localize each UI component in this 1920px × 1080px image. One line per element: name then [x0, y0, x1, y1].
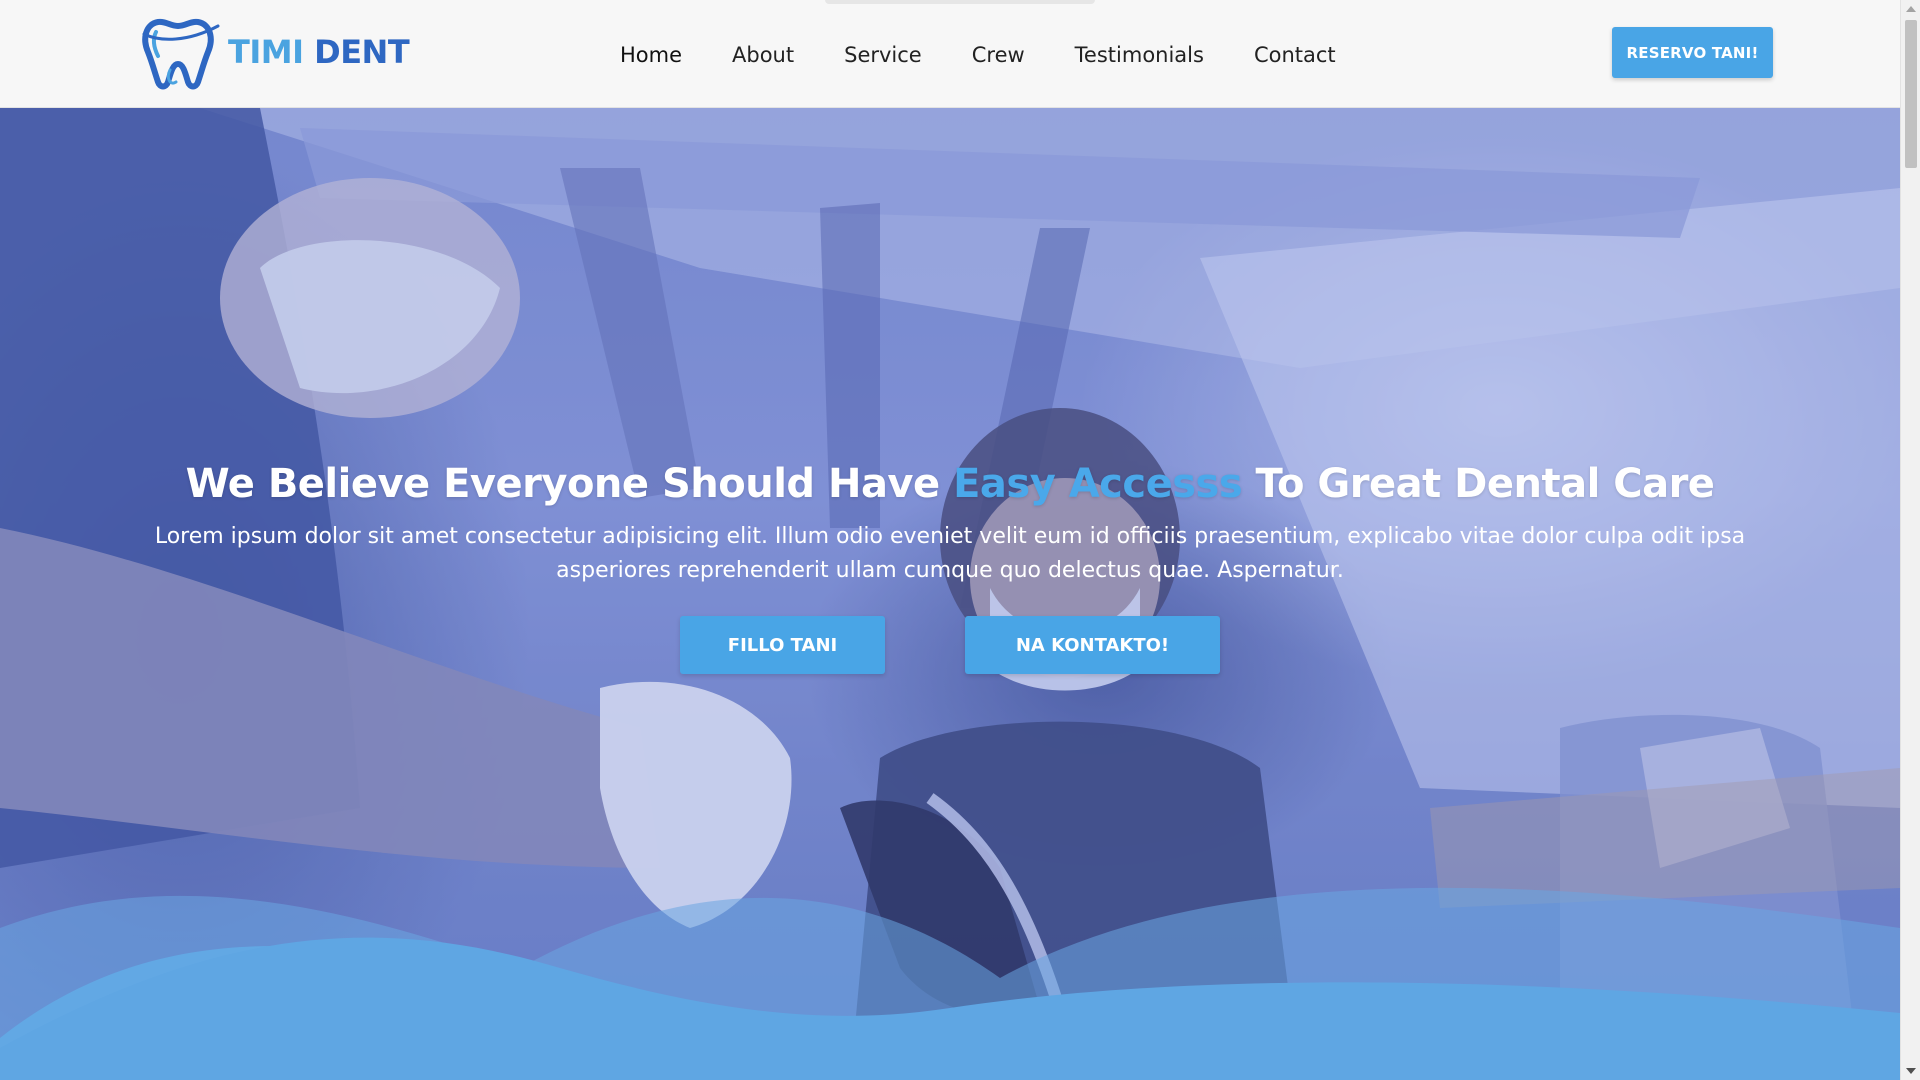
nav-home[interactable]: Home: [620, 34, 682, 76]
nav-service[interactable]: Service: [844, 34, 922, 76]
brand-name-part2: DENT: [314, 33, 410, 71]
scroll-down-arrow-icon[interactable]: [1901, 1062, 1920, 1080]
nav-contact[interactable]: Contact: [1254, 34, 1336, 76]
contact-us-button[interactable]: NA KONTAKTO!: [965, 616, 1220, 674]
brand-logo[interactable]: TIMI DENT: [140, 12, 410, 92]
site-header: TIMI DENT Home About Service Crew Testim…: [0, 0, 1900, 108]
hero-title: We Believe Everyone Should Have Easy Acc…: [0, 458, 1900, 510]
hero-title-after: To Great Dental Care: [1242, 461, 1715, 507]
main-nav: Home About Service Crew Testimonials Con…: [620, 34, 1386, 76]
top-edge-tab: [825, 0, 1095, 4]
hero-title-before: We Believe Everyone Should Have: [185, 461, 954, 507]
nav-crew[interactable]: Crew: [972, 34, 1025, 76]
hero-content: We Believe Everyone Should Have Easy Acc…: [0, 458, 1900, 674]
reserve-now-button[interactable]: RESERVO TANI!: [1612, 27, 1773, 78]
scrollbar-thumb[interactable]: [1905, 20, 1917, 168]
brand-name: TIMI DENT: [228, 33, 410, 71]
hero-title-accent: Easy Accesss: [953, 461, 1243, 507]
start-now-button[interactable]: FILLO TANI: [680, 616, 885, 674]
page-scrollbar[interactable]: [1900, 0, 1920, 1080]
hero-section: We Believe Everyone Should Have Easy Acc…: [0, 108, 1900, 1080]
hero-subtitle: Lorem ipsum dolor sit amet consectetur a…: [154, 524, 1746, 583]
nav-testimonials[interactable]: Testimonials: [1075, 34, 1204, 76]
scroll-up-arrow-icon[interactable]: [1901, 0, 1920, 18]
page: TIMI DENT Home About Service Crew Testim…: [0, 0, 1920, 1080]
hero-buttons: FILLO TANI NA KONTAKTO!: [0, 616, 1900, 674]
brand-name-part1: TIMI: [228, 33, 304, 71]
tooth-logo-icon: [142, 18, 220, 90]
nav-about[interactable]: About: [732, 34, 794, 76]
